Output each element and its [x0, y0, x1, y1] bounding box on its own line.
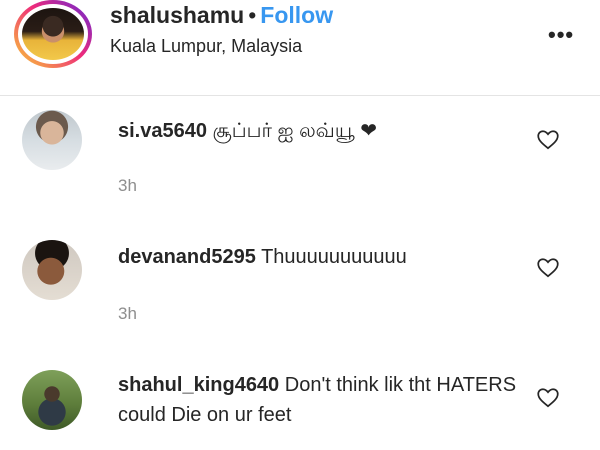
comment-body: shahul_king4640 Don't think lik tht HATE…: [118, 370, 518, 430]
heart-icon[interactable]: [535, 384, 561, 410]
author-line: shalushamu • Follow: [110, 2, 333, 29]
comment-body: si.va5640 சூப்பர் ஐ லவ்யூ ❤: [118, 116, 518, 146]
comment-text: Thuuuuuuuuuuu: [261, 246, 407, 268]
follow-button[interactable]: Follow: [260, 2, 333, 28]
author-avatar[interactable]: [22, 8, 84, 60]
heart-icon[interactable]: [535, 254, 561, 280]
commenter-username[interactable]: si.va5640: [118, 120, 207, 142]
avatar-frame: [18, 4, 88, 64]
commenter-username[interactable]: shahul_king4640: [118, 374, 279, 396]
comment-body: devanand5295 Thuuuuuuuuuuu: [118, 242, 518, 272]
commenter-avatar[interactable]: [22, 370, 82, 430]
more-options-icon[interactable]: •••: [548, 22, 574, 48]
comment-timestamp[interactable]: 3h: [118, 176, 137, 196]
story-ring[interactable]: [14, 0, 92, 68]
commenter-avatar[interactable]: [22, 240, 82, 300]
heart-icon[interactable]: [535, 126, 561, 152]
post-location[interactable]: Kuala Lumpur, Malaysia: [110, 36, 302, 57]
post-header: shalushamu • Follow Kuala Lumpur, Malaysia…: [0, 0, 600, 96]
author-username[interactable]: shalushamu: [110, 2, 244, 28]
separator-dot: •: [248, 2, 257, 28]
comment-timestamp[interactable]: 3h: [118, 304, 137, 324]
comment-text: சூப்பர் ஐ லவ்யூ ❤: [212, 120, 377, 142]
commenter-username[interactable]: devanand5295: [118, 246, 256, 268]
commenter-avatar[interactable]: [22, 110, 82, 170]
